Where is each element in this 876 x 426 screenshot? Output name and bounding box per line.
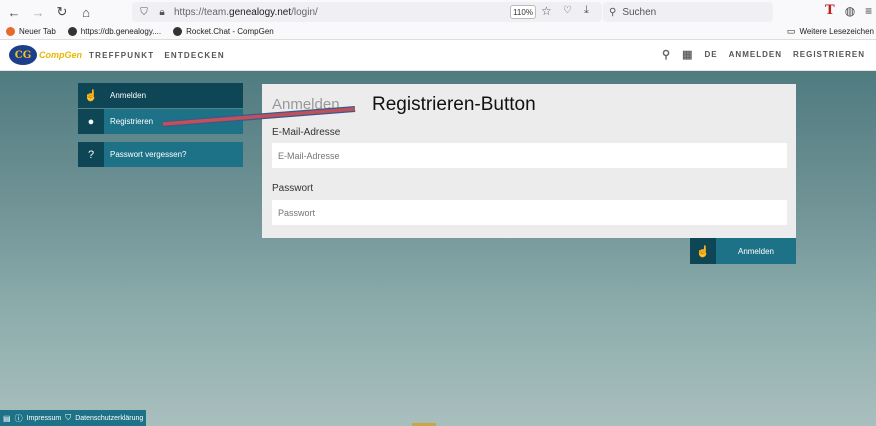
main-nav: TREFFPUNKT ENTDECKEN <box>89 51 225 60</box>
compgen-logo[interactable]: CG CompGen <box>9 45 82 65</box>
search-icon: ⚲ <box>609 6 617 18</box>
url-domain: genealogy.net <box>229 6 292 18</box>
url-prefix: https://team. <box>174 6 230 18</box>
footer-privacy-link[interactable]: Datenschutzerklärung <box>75 415 143 422</box>
bookmark-rocket-chat[interactable]: Rocket.Chat - CompGen <box>173 27 274 36</box>
star-icon[interactable]: ☆ <box>541 4 552 18</box>
book-icon[interactable]: ▤ <box>3 414 11 423</box>
logo-emblem: CG <box>9 45 37 65</box>
reload-icon[interactable]: ↻ <box>52 2 72 22</box>
home-icon[interactable]: ⌂ <box>76 2 96 22</box>
annotation-arrow-line <box>162 107 356 126</box>
search-placeholder: Suchen <box>622 6 657 18</box>
browser-search-input[interactable]: ⚲ Suchen <box>603 2 773 22</box>
forward-icon[interactable]: → <box>28 2 48 22</box>
extension-t-icon[interactable]: T <box>825 3 835 18</box>
url-path: /login/ <box>291 6 318 18</box>
nav-entdecken[interactable]: ENTDECKEN <box>164 51 225 60</box>
bookmark-db-genealogy[interactable]: https://db.genealogy.... <box>67 27 162 36</box>
browser-extensions: T ◍ ≡ <box>825 3 872 18</box>
main-content: ☝ Anmelden ● Registrieren ? Passwort ver… <box>0 71 876 426</box>
extension-globe-icon[interactable]: ◍ <box>845 4 855 18</box>
calendar-icon[interactable]: ▦ <box>682 48 693 61</box>
bookmark-label: Neuer Tab <box>19 27 56 36</box>
header-login-link[interactable]: ANMELDEN <box>729 50 782 59</box>
info-icon: ⓘ <box>14 413 23 423</box>
bookmark-label: Rocket.Chat - CompGen <box>186 27 274 36</box>
eye-icon <box>67 27 77 36</box>
menu-icon[interactable]: ≡ <box>865 4 872 18</box>
annotation-arrow <box>162 106 356 127</box>
logo-text: CompGen <box>39 50 83 60</box>
firefox-icon <box>6 27 15 36</box>
search-icon[interactable]: ⚲ <box>662 48 671 61</box>
footer-impressum-link[interactable]: Impressum <box>27 415 62 422</box>
site-header: CG CompGen TREFFPUNKT ENTDECKEN ⚲ ▦ DE A… <box>0 40 876 71</box>
annotation-label: Registrieren-Button <box>372 94 536 115</box>
bookmarks-bar: Neuer Tab https://db.genealogy.... Rocke… <box>0 24 876 40</box>
url-text[interactable]: https://team.genealogy.net/login/ <box>174 7 318 18</box>
nav-treffpunkt[interactable]: TREFFPUNKT <box>89 51 154 60</box>
header-actions: ⚲ ▦ DE ANMELDEN REGISTRIEREN <box>662 48 865 61</box>
eye-icon <box>173 27 183 36</box>
language-switch[interactable]: DE <box>705 50 718 59</box>
bookmark-label: https://db.genealogy.... <box>80 27 162 36</box>
pocket-icon[interactable]: ♡ <box>563 5 572 16</box>
back-icon[interactable]: ← <box>4 2 24 22</box>
zoom-badge[interactable]: 110% <box>510 5 536 19</box>
bookmark-new-tab[interactable]: Neuer Tab <box>6 27 56 36</box>
footer-bar: ▤ ⓘ Impressum ⛉ Datenschutzerklärung <box>0 410 147 426</box>
folder-icon: ▭ <box>786 26 796 36</box>
other-bookmarks-label: Weitere Lesezeichen <box>799 27 874 36</box>
header-register-link[interactable]: REGISTRIEREN <box>793 50 865 59</box>
lock-icon[interactable]: 🔒︎ <box>156 6 168 18</box>
download-icon[interactable]: ⤓ <box>584 4 589 17</box>
shield-icon[interactable]: ⛉ <box>138 6 150 18</box>
other-bookmarks[interactable]: ▭ Weitere Lesezeichen <box>787 26 874 37</box>
shield-icon: ⛉ <box>65 413 72 422</box>
